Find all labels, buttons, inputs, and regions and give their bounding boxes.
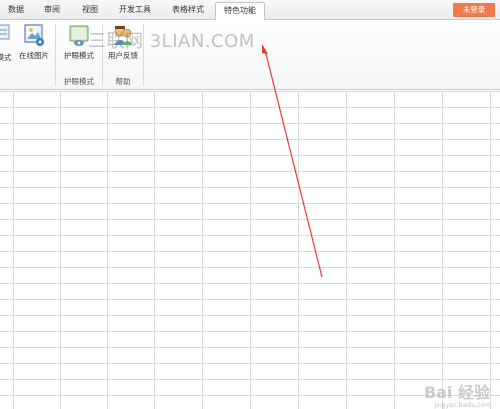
tab-review[interactable]: 审阅 [40, 3, 64, 19]
help-group-label: 帮助 [115, 77, 131, 86]
online-image-button[interactable]: 在线图片 [16, 23, 52, 61]
eye-mode-group-label: 护眼模式 [64, 77, 94, 86]
partial-mode-icon [0, 24, 10, 40]
cut-off-mode-label: 模式 [0, 53, 12, 62]
eye-protection-icon [69, 25, 89, 46]
baidu-logo-watermark: Bai 经验 [423, 383, 490, 402]
menu-tab-bar: 数据 审阅 视图 开发工具 表格样式 特色功能 未登录 [0, 0, 500, 20]
tab-view[interactable]: 视图 [78, 3, 102, 19]
baidu-url-watermark: jingyan.baidu.com [434, 402, 490, 409]
tab-special-features[interactable]: 特色功能 [215, 2, 265, 20]
cut-off-mode-button[interactable]: 模式 [0, 23, 14, 63]
online-image-icon [24, 24, 44, 46]
site-watermark: 三联网 3LIAN.COM [88, 31, 255, 52]
tab-data[interactable]: 数据 [4, 3, 28, 19]
online-image-label: 在线图片 [19, 51, 49, 60]
tab-developer-tools[interactable]: 开发工具 [115, 3, 155, 19]
spreadsheet-grid[interactable] [0, 91, 500, 409]
tab-table-styles[interactable]: 表格样式 [168, 3, 208, 19]
login-button[interactable]: 未登录 [453, 3, 495, 17]
